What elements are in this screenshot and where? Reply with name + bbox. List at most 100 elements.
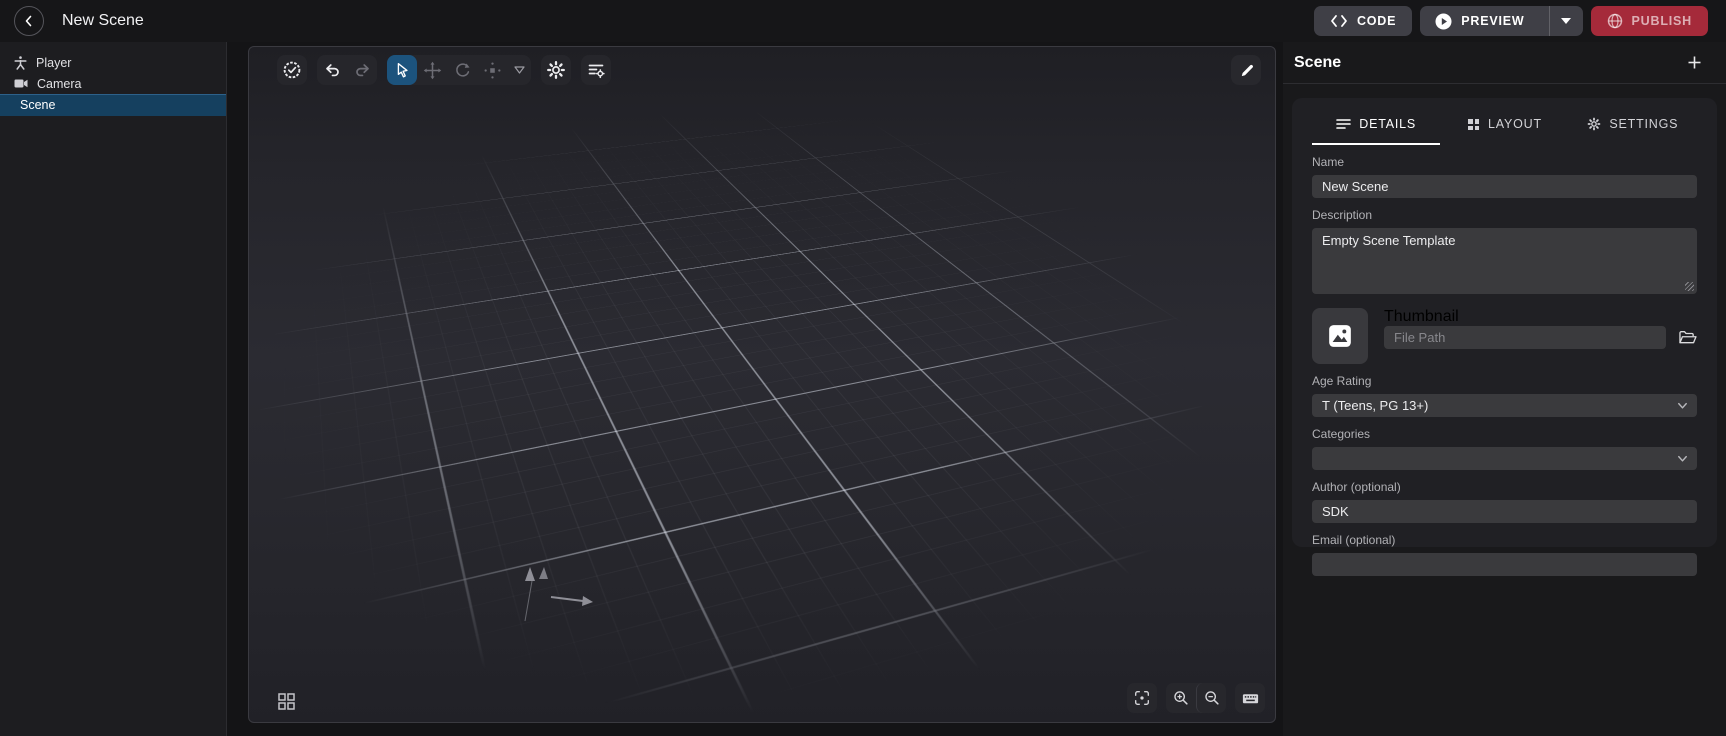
thumbnail-path-group: Thumbnail (1384, 308, 1697, 364)
zoom-out-icon (1203, 689, 1221, 707)
preview-button-label: PREVIEW (1461, 14, 1524, 28)
scale-icon (483, 61, 502, 80)
tree-item-camera[interactable]: Camera (0, 73, 226, 94)
publish-button[interactable]: PUBLISH (1591, 6, 1708, 36)
age-rating-label: Age Rating (1312, 374, 1697, 388)
chevron-left-icon (21, 13, 37, 29)
name-field: Name (1312, 155, 1697, 198)
globe-icon (1607, 13, 1623, 29)
rotate-tool-button[interactable] (447, 55, 477, 85)
tab-label: LAYOUT (1488, 117, 1542, 131)
image-icon (1327, 323, 1353, 349)
chevron-down-icon (514, 66, 525, 74)
topbar-actions: CODE PREVIEW PUBLIS (1314, 6, 1708, 36)
component-list-button[interactable] (581, 55, 611, 85)
publish-button-label: PUBLISH (1632, 14, 1692, 28)
age-rating-select[interactable]: T (Teens, PG 13+) (1312, 394, 1697, 417)
layout-grid-icon (277, 692, 296, 711)
author-input[interactable] (1312, 500, 1697, 523)
tab-layout[interactable]: LAYOUT (1440, 106, 1568, 145)
thumbnail-path-input[interactable] (1384, 326, 1666, 349)
caret-down-icon (1560, 17, 1572, 25)
preview-button-group: PREVIEW (1420, 6, 1582, 36)
page-title: New Scene (62, 12, 144, 30)
author-field: Author (optional) (1312, 480, 1697, 523)
tab-label: SETTINGS (1609, 117, 1678, 131)
select-tool-button[interactable] (387, 55, 417, 85)
inspector-panel: Scene DETAILS LAYOUT (1283, 42, 1726, 736)
thumbnail-field: Thumbnail (1312, 308, 1697, 364)
back-button[interactable] (14, 6, 44, 36)
list-lines-icon (1336, 118, 1351, 130)
viewport-toolbar (277, 55, 611, 85)
scale-tool-button[interactable] (477, 55, 507, 85)
gizmo-tool-group (387, 55, 531, 85)
undo-icon (323, 61, 342, 80)
age-rating-field: Age Rating T (Teens, PG 13+) (1312, 374, 1697, 417)
description-label: Description (1312, 208, 1697, 222)
settings-gear-icon (546, 60, 566, 80)
camera-icon (14, 78, 28, 89)
viewport-3d-canvas[interactable] (248, 46, 1276, 723)
gizmo-options-button[interactable] (507, 55, 531, 85)
pencil-icon (1238, 62, 1255, 79)
code-button-label: CODE (1357, 14, 1396, 28)
preview-button[interactable]: PREVIEW (1420, 6, 1539, 36)
folder-open-icon (1678, 330, 1697, 346)
gear-icon (1587, 117, 1601, 131)
categories-select[interactable] (1312, 447, 1697, 470)
code-icon (1330, 14, 1348, 28)
origin-gizmo (517, 563, 627, 633)
keyboard-shortcuts-icon (1241, 689, 1260, 708)
tree-item-player[interactable]: Player (0, 52, 226, 73)
email-field: Email (optional) (1312, 533, 1697, 576)
chevron-down-icon (1675, 451, 1690, 469)
shortcuts-button[interactable] (1235, 683, 1265, 713)
edit-mode-button[interactable] (1231, 55, 1261, 85)
add-component-button[interactable] (1687, 55, 1702, 70)
browse-file-button[interactable] (1678, 330, 1697, 346)
tree-item-label: Camera (37, 77, 81, 91)
move-icon (423, 61, 442, 80)
viewport-settings-button[interactable] (541, 55, 571, 85)
player-icon (14, 56, 27, 70)
description-input[interactable]: Empty Scene Template (1312, 228, 1697, 294)
tab-settings[interactable]: SETTINGS (1569, 106, 1697, 145)
inspector-title: Scene (1294, 54, 1341, 72)
history-tool-group (317, 55, 377, 85)
zoom-in-button[interactable] (1166, 683, 1196, 713)
name-label: Name (1312, 155, 1697, 169)
component-list-icon (586, 60, 606, 80)
ground-grid (249, 47, 1275, 722)
scene-details-card: DETAILS LAYOUT SETTINGS Name (1292, 98, 1717, 547)
inspector-header: Scene (1283, 42, 1726, 84)
zoom-button-group (1166, 683, 1226, 713)
code-button[interactable]: CODE (1314, 6, 1412, 36)
zoom-to-fit-button[interactable] (1127, 683, 1157, 713)
move-tool-button[interactable] (417, 55, 447, 85)
preview-options-button[interactable] (1549, 6, 1583, 36)
description-field: Description Empty Scene Template (1312, 208, 1697, 294)
grid-icon (1467, 118, 1480, 131)
smart-items-button[interactable] (277, 55, 307, 85)
select-pointer-icon (393, 61, 411, 79)
tree-item-scene[interactable]: Scene (0, 94, 226, 116)
tab-label: DETAILS (1359, 117, 1416, 131)
grid-toggle-button[interactable] (277, 692, 296, 711)
rotate-icon (453, 61, 472, 80)
undo-button[interactable] (317, 55, 347, 85)
name-input[interactable] (1312, 175, 1697, 198)
top-bar: New Scene CODE PREVIEW (0, 0, 1726, 42)
categories-field: Categories (1312, 427, 1697, 470)
inspector-tabs: DETAILS LAYOUT SETTINGS (1312, 98, 1697, 145)
email-label: Email (optional) (1312, 533, 1697, 547)
thumbnail-preview-button[interactable] (1312, 308, 1368, 364)
author-label: Author (optional) (1312, 480, 1697, 494)
tab-details[interactable]: DETAILS (1312, 106, 1440, 145)
email-input[interactable] (1312, 553, 1697, 576)
chevron-down-icon (1675, 398, 1690, 416)
categories-label: Categories (1312, 427, 1697, 441)
redo-button[interactable] (347, 55, 377, 85)
scene-editor: New Scene CODE PREVIEW (0, 0, 1726, 736)
zoom-out-button[interactable] (1196, 683, 1226, 713)
